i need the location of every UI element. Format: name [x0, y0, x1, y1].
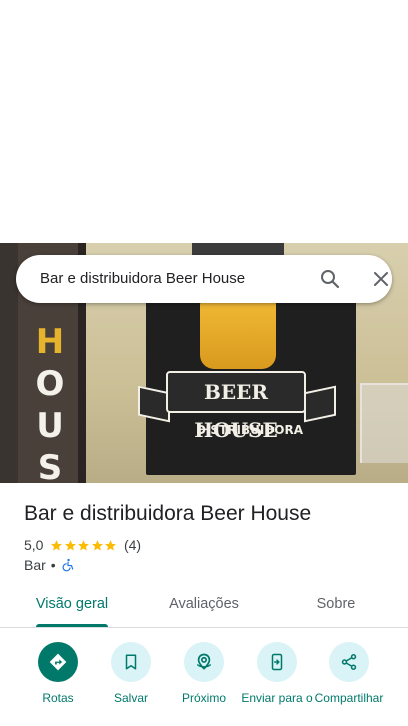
sign-letter: O	[35, 364, 65, 404]
directions-button[interactable]: Rotas	[22, 642, 94, 705]
nearby-label: Próximo	[181, 691, 226, 705]
share-icon	[341, 654, 357, 670]
save-label: Salvar	[113, 691, 148, 705]
directions-icon	[49, 653, 67, 671]
nearby-button[interactable]: Próximo	[168, 642, 240, 705]
share-button-circle[interactable]	[329, 642, 369, 682]
rating-stars	[50, 539, 118, 552]
photo-beer-glass	[200, 299, 276, 369]
search-bar[interactable]: Bar e distribuidora Beer House	[16, 255, 392, 303]
category-row: Bar •	[24, 555, 75, 575]
tab-reviews[interactable]: Avaliações	[154, 586, 254, 626]
nearby-icon	[196, 653, 212, 670]
rating-row[interactable]: 5,0 (4)	[24, 535, 141, 555]
action-buttons: Rotas Salvar Próximo Enviar para o Compa…	[0, 642, 408, 726]
search-input[interactable]: Bar e distribuidora Beer House	[40, 255, 245, 303]
map-area[interactable]	[0, 0, 408, 243]
separator-dot: •	[50, 557, 56, 573]
tab-bar: Visão geral Avaliações Sobre	[0, 586, 408, 628]
search-icon[interactable]	[318, 267, 342, 291]
star-icon	[105, 539, 117, 550]
tab-about[interactable]: Sobre	[296, 586, 376, 626]
share-button[interactable]: Compartilhar	[313, 642, 385, 705]
star-icon	[92, 539, 103, 550]
send-to-phone-label: Enviar para o	[241, 691, 313, 705]
close-icon[interactable]	[369, 267, 393, 291]
nearby-button-circle[interactable]	[184, 642, 224, 682]
photo-chair	[360, 383, 408, 463]
send-to-phone-button[interactable]: Enviar para o	[241, 642, 313, 705]
active-tab-indicator	[36, 624, 108, 627]
review-count[interactable]: (4)	[124, 537, 141, 553]
star-icon	[51, 539, 63, 550]
place-title: Bar e distribuidora Beer House	[24, 502, 312, 525]
wheelchair-accessible-icon	[62, 558, 73, 572]
directions-button-circle[interactable]	[38, 642, 78, 682]
photo-sub-text: DISTRIBUIDORA	[196, 423, 304, 437]
star-icon	[78, 539, 90, 550]
save-button-circle[interactable]	[111, 642, 151, 682]
star-icon	[65, 539, 76, 550]
place-sheet: H O U S BEER HOUSE DISTRIBUIDORA Bar e d…	[0, 0, 408, 726]
place-category: Bar	[24, 557, 46, 573]
photo-vertical-sign: H O U S	[30, 321, 70, 483]
photo-banner-text: BEER HOUSE	[166, 371, 306, 442]
tab-overview[interactable]: Visão geral	[22, 586, 122, 626]
directions-label: Rotas	[42, 691, 74, 705]
rating-value: 5,0	[24, 537, 44, 553]
save-button[interactable]: Salvar	[95, 642, 167, 705]
send-to-phone-button-circle[interactable]	[257, 642, 297, 682]
sign-letter: S	[37, 448, 63, 483]
sign-letter: U	[36, 406, 64, 446]
sign-letter: H	[35, 322, 65, 362]
bookmark-icon	[125, 654, 137, 670]
share-label: Compartilhar	[314, 691, 384, 705]
send-to-phone-icon	[271, 653, 283, 671]
